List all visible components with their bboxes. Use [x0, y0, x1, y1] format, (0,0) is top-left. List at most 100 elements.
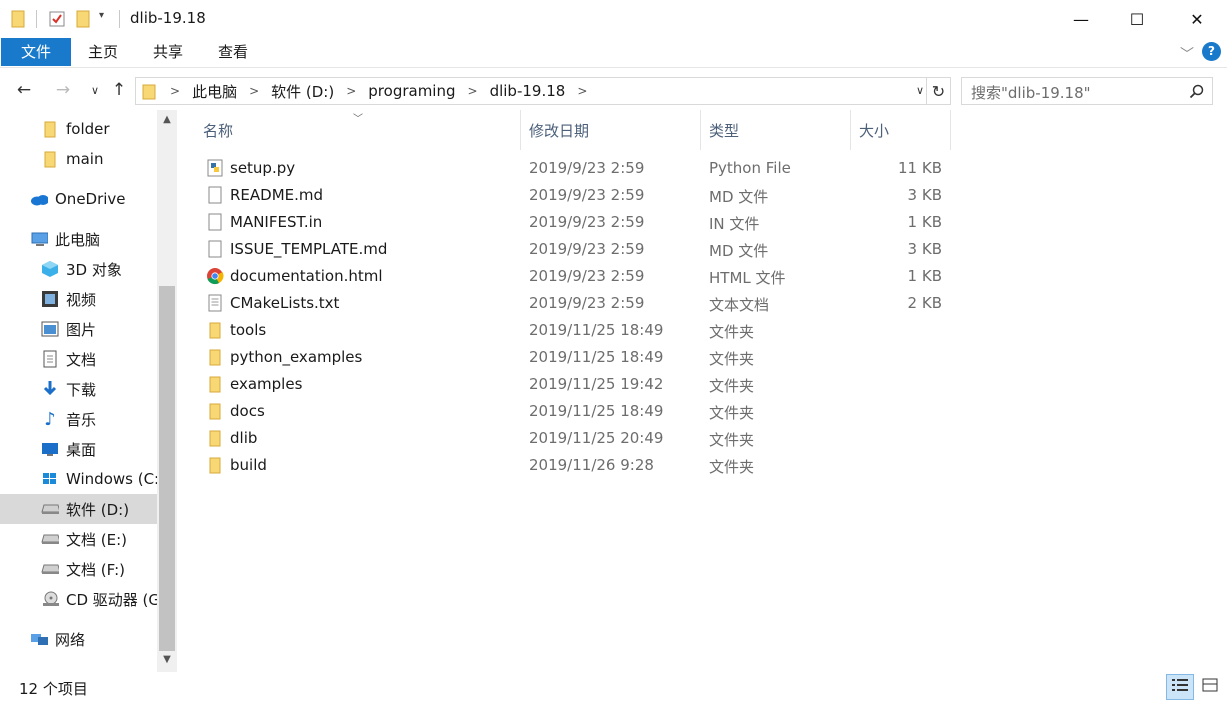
sidebar-item-drive-f[interactable]: 文档 (F:) [0, 554, 157, 584]
sidebar-item-label: 桌面 [66, 440, 97, 459]
chevron-down-icon[interactable]: ▼ [157, 654, 177, 670]
folder-icon [206, 321, 224, 339]
sidebar-item-drive-c[interactable]: Windows (C: [0, 464, 157, 494]
table-row[interactable]: tools 2019/11/25 18:49 文件夹 [177, 317, 957, 344]
chevron-down-icon[interactable]: ∨ [916, 84, 924, 97]
column-header-size[interactable]: 大小 [859, 120, 889, 141]
sidebar-item-cd-drive[interactable]: CD 驱动器 (G [0, 584, 157, 614]
scrollbar-thumb[interactable] [159, 286, 175, 651]
table-row[interactable]: examples 2019/11/25 19:42 文件夹 [177, 371, 957, 398]
table-row[interactable]: build 2019/11/26 9:28 文件夹 [177, 452, 957, 479]
file-name: build [230, 456, 267, 474]
sidebar-item-videos[interactable]: 视频 [0, 284, 157, 314]
file-name: docs [230, 402, 265, 420]
sidebar-item-3d-objects[interactable]: 3D 对象 [0, 254, 157, 284]
back-arrow-icon[interactable]: ← [13, 79, 35, 101]
sidebar-item-drive-d[interactable]: 软件 (D:) [0, 494, 157, 524]
navigation-pane: folder main OneDrive 此电脑 3D 对象 视频 图片 文档 … [0, 110, 177, 672]
sidebar-item-desktop[interactable]: 桌面 [0, 434, 157, 464]
table-row[interactable]: docs 2019/11/25 18:49 文件夹 [177, 398, 957, 425]
breadcrumb-this-pc[interactable]: 此电脑 [192, 81, 237, 102]
file-size: 1 KB [907, 213, 942, 231]
file-date: 2019/11/25 20:49 [529, 429, 664, 447]
maximize-button[interactable]: ☐ [1108, 0, 1166, 38]
table-row[interactable]: CMakeLists.txt 2019/9/23 2:59 文本文档 2 KB [177, 290, 957, 317]
column-divider[interactable] [700, 110, 701, 150]
sidebar-item-label: main [66, 150, 104, 168]
table-row[interactable]: python_examples 2019/11/25 18:49 文件夹 [177, 344, 957, 371]
sidebar-item-pictures[interactable]: 图片 [0, 314, 157, 344]
column-divider[interactable] [520, 110, 521, 150]
status-bar: 12 个项目 [0, 672, 1227, 702]
sort-ascending-icon: ﹀ [353, 114, 363, 125]
minimize-button[interactable]: — [1052, 0, 1110, 38]
file-date: 2019/9/23 2:59 [529, 186, 645, 204]
sidebar-item-downloads[interactable]: 下载 [0, 374, 157, 404]
sidebar-item-music[interactable]: ♪ 音乐 [0, 404, 157, 434]
customize-dropdown-icon[interactable]: ▾ [99, 10, 104, 21]
drive-icon [41, 500, 59, 518]
minimize-icon: — [1073, 9, 1089, 29]
chevron-right-icon[interactable]: > [577, 84, 587, 98]
sidebar-item-folder[interactable]: folder [0, 114, 157, 144]
column-header-date[interactable]: 修改日期 [529, 120, 589, 141]
properties-icon[interactable] [48, 10, 66, 28]
file-size: 11 KB [898, 159, 942, 177]
details-view-icon [1172, 678, 1188, 696]
breadcrumb-dlib[interactable]: dlib-19.18 [490, 82, 566, 100]
search-input[interactable]: 搜索"dlib-19.18" [961, 77, 1213, 105]
sidebar-item-network[interactable]: 网络 [0, 624, 157, 654]
sidebar-item-label: folder [66, 120, 110, 138]
tab-view[interactable]: 查看 [207, 38, 259, 66]
expand-ribbon-icon[interactable]: ﹀ [1180, 44, 1194, 64]
music-icon: ♪ [44, 408, 56, 430]
forward-arrow-icon[interactable]: → [52, 79, 74, 101]
folder-icon [206, 456, 224, 474]
details-view-button[interactable] [1166, 674, 1194, 700]
sidebar-item-label: 音乐 [66, 410, 97, 429]
chevron-right-icon[interactable]: > [468, 84, 478, 98]
close-button[interactable]: ✕ [1168, 0, 1226, 38]
file-type: 文本文档 [709, 296, 770, 314]
sidebar-item-label: Windows (C: [66, 470, 157, 488]
table-row[interactable]: MANIFEST.in 2019/9/23 2:59 IN 文件 1 KB [177, 209, 957, 236]
table-row[interactable]: dlib 2019/11/25 20:49 文件夹 [177, 425, 957, 452]
file-date: 2019/9/23 2:59 [529, 240, 645, 258]
chevron-up-icon[interactable]: ▲ [157, 114, 177, 130]
breadcrumb-programing[interactable]: programing [368, 82, 455, 100]
sidebar-item-label: 软件 (D:) [66, 500, 130, 519]
table-row[interactable]: README.md 2019/9/23 2:59 MD 文件 3 KB [177, 182, 957, 209]
breadcrumb-drive-d[interactable]: 软件 (D:) [271, 81, 334, 102]
table-row[interactable]: setup.py 2019/9/23 2:59 Python File 11 K… [177, 155, 957, 182]
up-arrow-icon[interactable]: ↑ [108, 79, 130, 101]
ribbon: 文件 主页 共享 查看 ﹀ ? [0, 38, 1227, 68]
chevron-right-icon[interactable]: > [346, 84, 356, 98]
tab-file[interactable]: 文件 [1, 38, 71, 66]
sidebar-item-drive-e[interactable]: 文档 (E:) [0, 524, 157, 554]
large-icons-view-button[interactable] [1197, 674, 1223, 700]
recent-locations-dropdown-icon[interactable]: ∨ [84, 79, 106, 101]
sidebar-item-this-pc[interactable]: 此电脑 [0, 224, 157, 254]
table-row[interactable]: ISSUE_TEMPLATE.md 2019/9/23 2:59 MD 文件 3… [177, 236, 957, 263]
column-header-name[interactable]: 名称 [203, 120, 233, 141]
help-icon[interactable]: ? [1202, 42, 1221, 61]
chevron-right-icon[interactable]: > [170, 84, 180, 98]
search-icon[interactable] [1189, 84, 1204, 99]
tab-home[interactable]: 主页 [78, 38, 128, 66]
sidebar-item-onedrive[interactable]: OneDrive [0, 184, 157, 214]
table-row[interactable]: documentation.html 2019/9/23 2:59 HTML 文… [177, 263, 957, 290]
column-divider[interactable] [950, 110, 951, 150]
chevron-right-icon[interactable]: > [249, 84, 259, 98]
sidebar-scrollbar[interactable]: ▲ ▼ [157, 110, 177, 672]
file-date: 2019/11/25 18:49 [529, 402, 664, 420]
sidebar-item-documents[interactable]: 文档 [0, 344, 157, 374]
column-divider[interactable] [850, 110, 851, 150]
column-header-type[interactable]: 类型 [709, 120, 739, 141]
address-bar[interactable]: > 此电脑 > 软件 (D:) > programing > dlib-19.1… [135, 77, 927, 105]
new-folder-icon[interactable] [76, 10, 90, 28]
refresh-button[interactable]: ↻ [927, 77, 951, 105]
sidebar-item-main[interactable]: main [0, 144, 157, 174]
sidebar-item-label: 文档 (F:) [66, 560, 125, 579]
tab-share[interactable]: 共享 [142, 38, 194, 66]
separator [36, 10, 37, 28]
